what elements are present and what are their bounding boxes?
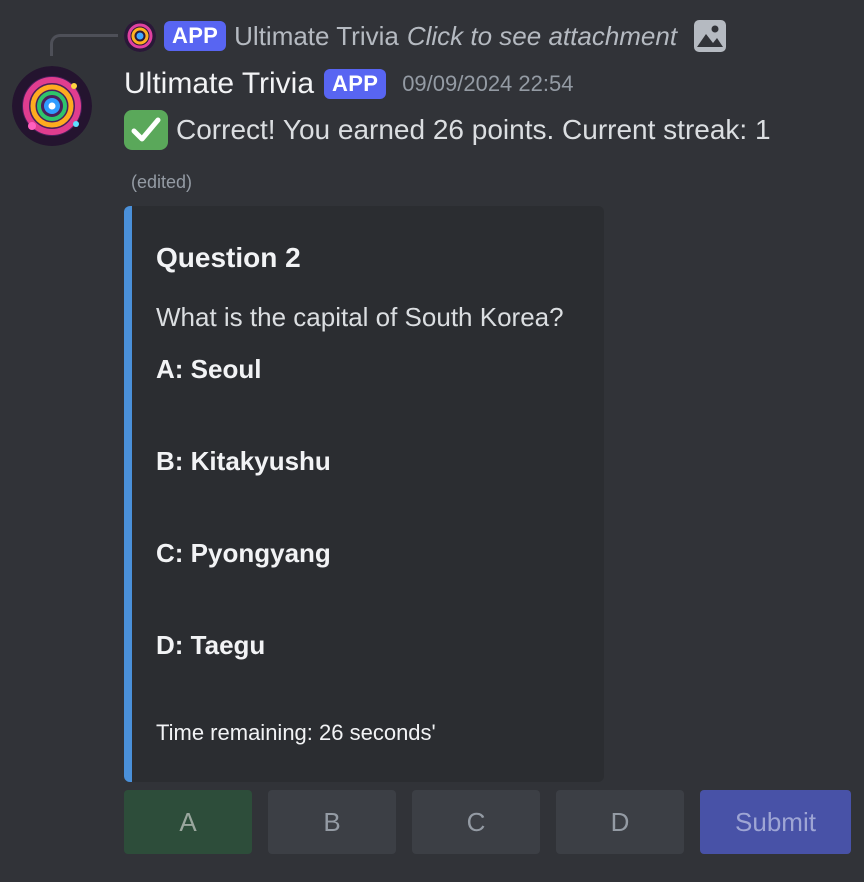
image-icon [694,20,727,52]
answer-button-a[interactable]: A [124,790,252,854]
timestamp[interactable]: 09/09/2024 22:54 [402,71,573,97]
answer-button-c[interactable]: C [412,790,540,854]
answer-option-d: D: Taegu [156,630,266,660]
chat-message-view: APP Ultimate Trivia Click to see attachm… [0,0,864,882]
embed-question: What is the capital of South Korea? [156,302,564,332]
reply-username[interactable]: Ultimate Trivia [234,21,399,52]
answer-option-b: B: Kitakyushu [156,446,331,476]
answer-option-a: A: Seoul [156,354,262,384]
message-text: Correct! You earned 26 points. Current s… [176,114,771,145]
app-tag: APP [324,69,387,99]
edited-label: (edited) [131,172,193,192]
question-embed: Question 2 What is the capital of South … [124,206,604,782]
message-content: Correct! You earned 26 points. Current s… [124,108,771,152]
answer-button-d[interactable]: D [556,790,684,854]
answer-button-b[interactable]: B [268,790,396,854]
app-tag: APP [164,21,227,51]
check-mark-icon [124,110,168,150]
bot-avatar-small[interactable] [124,20,156,52]
submit-button[interactable]: Submit [700,790,851,854]
username[interactable]: Ultimate Trivia [124,67,314,101]
time-remaining: Time remaining: 26 seconds' [156,720,436,745]
reply-attachment-link[interactable]: Click to see attachment [407,21,677,52]
bot-avatar[interactable] [12,66,92,146]
reply-reference[interactable]: APP Ultimate Trivia Click to see attachm… [124,16,727,56]
message-header: Ultimate Trivia APP 09/09/2024 22:54 [124,64,573,104]
answer-option-c: C: Pyongyang [156,538,331,568]
reply-connector [50,34,118,56]
embed-title: Question 2 [156,242,301,273]
